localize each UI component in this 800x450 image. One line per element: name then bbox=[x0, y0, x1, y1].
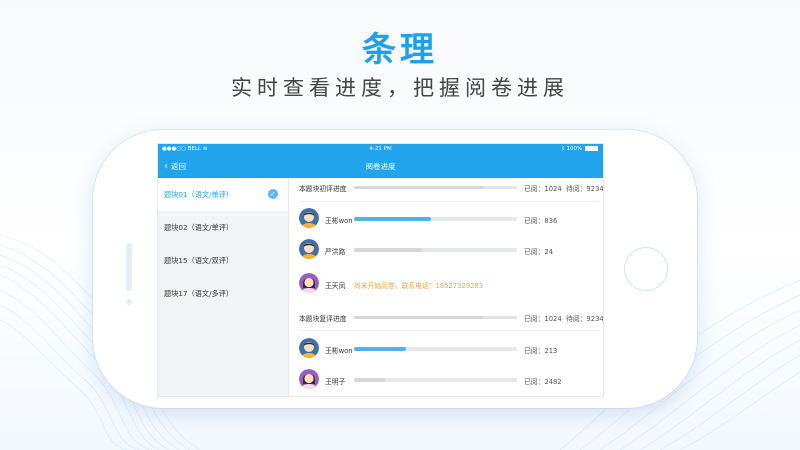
reader-progress-bar bbox=[354, 378, 517, 382]
initial-review-progress-bar bbox=[354, 186, 517, 189]
nav-title: 阅卷进度 bbox=[365, 162, 396, 171]
bluetooth-icon: ᛒ bbox=[561, 146, 565, 152]
status-time: 4:21 PM bbox=[369, 146, 392, 152]
reader-stats: 已阅：213 bbox=[524, 347, 558, 355]
reader-name: 王明子 bbox=[325, 378, 346, 386]
initial-review-stats: 已阅：1024 待阅：92345 bbox=[524, 183, 604, 193]
re-review-summary: 本题块复评进度 已阅：1024 待阅：92345 bbox=[289, 308, 604, 330]
divider bbox=[299, 330, 599, 331]
reader-row: 王明子 已阅：2482 bbox=[289, 364, 603, 395]
re-review-progress-bar bbox=[354, 316, 517, 319]
reader-name: 严洪路 bbox=[325, 248, 346, 256]
battery-icon bbox=[585, 146, 598, 151]
progress-fill bbox=[354, 248, 423, 252]
status-bar: ●●●○○ BELL ≋ 4:21 PM ᛒ 100% bbox=[158, 144, 603, 155]
re-review-stats: 已阅：1024 待阅：92345 bbox=[524, 313, 604, 323]
battery-label: 100% bbox=[566, 146, 583, 152]
hero-title: 条理 bbox=[362, 30, 438, 70]
progress-fill bbox=[354, 378, 385, 382]
divider bbox=[299, 201, 599, 202]
re-review-label: 本题块复评进度 bbox=[299, 315, 347, 323]
avatar-male-icon bbox=[299, 208, 319, 228]
sidebar-item-block-02[interactable]: 题块02（语文/单评） bbox=[158, 211, 288, 244]
phone-speaker bbox=[126, 243, 132, 291]
reviewed-count: 已阅：1024 bbox=[524, 315, 562, 323]
avatar-male-icon bbox=[299, 239, 319, 259]
sidebar-item-block-15[interactable]: 题块15（语文/双评） bbox=[158, 244, 288, 277]
content-area: 题块01（语文/单评） ✓ 题块02（语文/单评） 题块15（语文/双评） 题块… bbox=[158, 178, 604, 396]
check-icon: ✓ bbox=[268, 189, 278, 199]
avatar-male-icon bbox=[299, 338, 319, 358]
sidebar-item-block-17[interactable]: 题块17（语文/多评） bbox=[158, 277, 288, 310]
reader-name: 王天凤 bbox=[325, 282, 346, 290]
sidebar-item-block-01[interactable]: 题块01（语文/单评） ✓ bbox=[158, 178, 288, 211]
app-screen: ●●●○○ BELL ≋ 4:21 PM ᛒ 100% ‹ 返回 阅卷进度 题块0… bbox=[157, 143, 604, 397]
sidebar-item-label: 题块02（语文/单评） bbox=[164, 223, 234, 232]
reader-stats: 已阅：836 bbox=[524, 217, 558, 225]
reader-name: 王彬won bbox=[325, 347, 353, 355]
home-button[interactable] bbox=[624, 247, 668, 291]
reader-stats: 已阅：24 bbox=[524, 248, 554, 256]
progress-panel: 本题块初评进度 已阅：1024 待阅：92345 王彬won 已阅：836 严洪… bbox=[289, 178, 604, 396]
reader-progress-bar bbox=[354, 217, 517, 221]
sidebar-item-label: 题块17（语文/多评） bbox=[164, 289, 234, 298]
pending-count: 待阅：92345 bbox=[566, 315, 604, 323]
progress-fill bbox=[354, 186, 483, 189]
progress-fill bbox=[354, 316, 483, 319]
reader-name: 王彬won bbox=[325, 217, 353, 225]
phone-camera bbox=[126, 299, 132, 305]
battery-status: ᛒ 100% bbox=[561, 144, 598, 155]
progress-fill bbox=[354, 217, 431, 221]
reader-stats: 已阅：2482 bbox=[524, 378, 562, 386]
sidebar-item-label: 题块15（语文/双评） bbox=[164, 256, 234, 265]
reader-progress-bar bbox=[354, 347, 517, 351]
initial-review-label: 本题块初评进度 bbox=[299, 185, 347, 193]
nav-bar: ‹ 返回 阅卷进度 bbox=[158, 155, 603, 178]
reader-row: 王彬won 已阅：836 bbox=[289, 203, 603, 234]
not-started-notice: 尚未开始阅卷，联系电话：18527329283 bbox=[354, 282, 484, 290]
hero-subtitle: 实时查看进度，把握阅卷进展 bbox=[231, 76, 569, 100]
avatar-female-icon bbox=[299, 369, 319, 389]
sidebar-item-label: 题块01（语文/单评） bbox=[164, 190, 234, 199]
reader-row: 严洪路 已阅：24 bbox=[289, 234, 603, 265]
reader-progress-bar bbox=[354, 248, 517, 252]
initial-review-summary: 本题块初评进度 已阅：1024 待阅：92345 bbox=[289, 178, 604, 200]
reviewed-count: 已阅：1024 bbox=[524, 185, 562, 193]
progress-fill bbox=[354, 347, 407, 351]
avatar-female-icon bbox=[299, 273, 319, 293]
reader-row: 王天凤 尚未开始阅卷，联系电话：18527329283 bbox=[289, 268, 603, 299]
question-block-sidebar: 题块01（语文/单评） ✓ 题块02（语文/单评） 题块15（语文/双评） 题块… bbox=[158, 178, 289, 396]
pending-count: 待阅：92345 bbox=[566, 185, 604, 193]
reader-row: 王彬won 已阅：213 bbox=[289, 333, 603, 364]
